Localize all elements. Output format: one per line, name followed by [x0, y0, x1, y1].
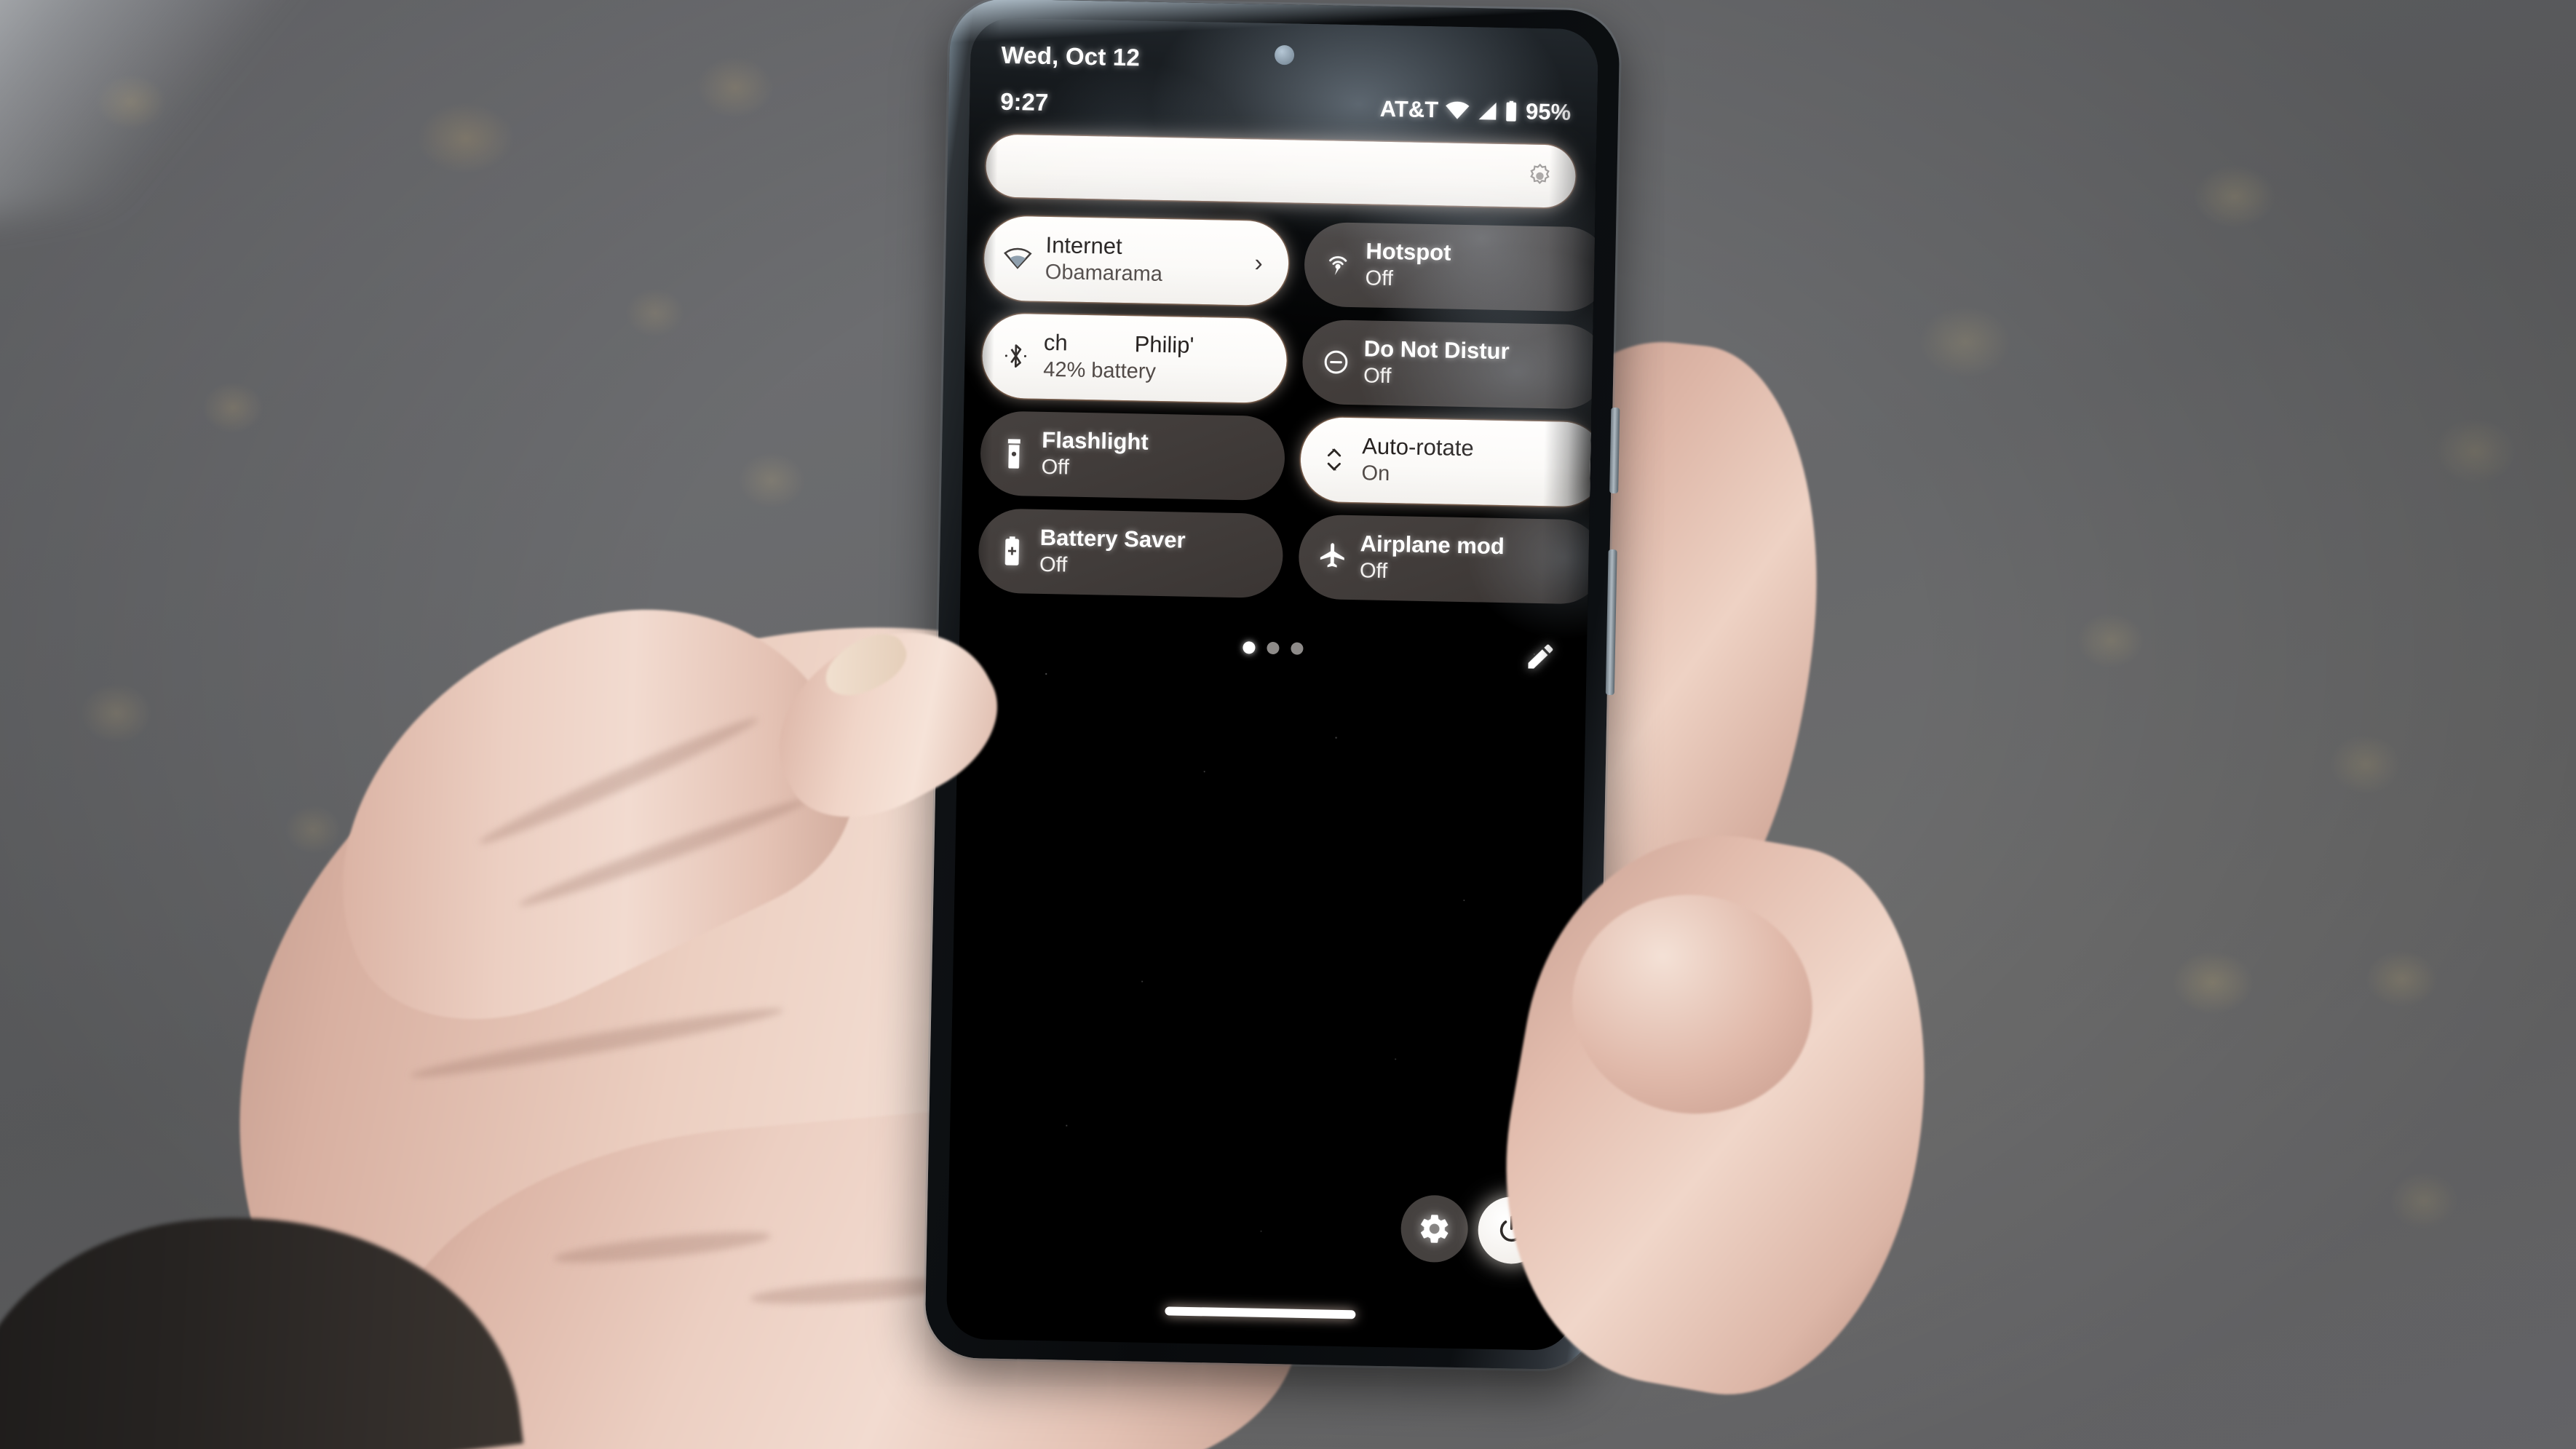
settings-button[interactable] — [1400, 1194, 1469, 1263]
tile-bluetooth-title-part1: ch — [1043, 330, 1069, 356]
hotspot-icon — [1322, 248, 1355, 281]
tile-bluetooth-text: ch Philip' 42% battery — [1043, 330, 1268, 386]
home-gesture-bar[interactable] — [1165, 1306, 1356, 1319]
tile-do-not-disturb-title: Do Not Distur — [1363, 336, 1510, 365]
tile-battery-saver-subtitle: Off — [1039, 552, 1068, 577]
phone-screen[interactable]: Wed, Oct 12 9:27 AT&T 95% Internet Obama… — [946, 17, 1599, 1351]
cellular-signal-icon — [1478, 102, 1497, 120]
tile-do-not-disturb-subtitle: Off — [1363, 364, 1392, 389]
pencil-edit-icon[interactable] — [1523, 641, 1555, 672]
tile-hotspot-title: Hotspot — [1366, 238, 1451, 266]
tile-bluetooth-subtitle: 42% battery — [1042, 357, 1157, 384]
tile-airplane-mode-title: Airplane mod — [1360, 531, 1505, 560]
tile-battery-saver-title: Battery Saver — [1039, 525, 1186, 553]
status-date: Wed, Oct 12 — [1001, 41, 1141, 71]
bluetooth-icon — [999, 340, 1032, 373]
tile-airplane-mode-text: Airplane mod Off — [1359, 531, 1585, 588]
front-camera-icon — [1274, 44, 1295, 65]
page-indicator[interactable] — [1243, 641, 1304, 655]
tile-auto-rotate-title: Auto-rotate — [1361, 433, 1474, 461]
status-clock: 9:27 — [999, 87, 1049, 116]
tile-do-not-disturb[interactable]: Do Not Distur Off — [1301, 319, 1599, 410]
tile-bluetooth-title-part2: Philip' — [1134, 331, 1194, 359]
tile-battery-saver-text: Battery Saver Off — [1039, 525, 1264, 581]
status-carrier-label: AT&T — [1379, 95, 1439, 123]
tile-flashlight-title: Flashlight — [1042, 427, 1149, 455]
status-row: 9:27 AT&T 95% — [1000, 88, 1572, 127]
tile-do-not-disturb-text: Do Not Distur Off — [1363, 336, 1588, 393]
brightness-slider[interactable] — [985, 134, 1577, 208]
tile-bluetooth[interactable]: ch Philip' 42% battery — [981, 313, 1288, 404]
quick-settings-footer — [959, 626, 1587, 682]
tile-internet-title: Internet — [1045, 232, 1122, 260]
tile-auto-rotate-subtitle: On — [1361, 461, 1390, 486]
wifi-icon — [1002, 242, 1034, 275]
tile-flashlight-text: Flashlight Off — [1041, 427, 1266, 484]
tile-airplane-mode-subtitle: Off — [1359, 559, 1388, 584]
status-bar: Wed, Oct 12 9:27 AT&T 95% — [972, 17, 1599, 125]
tile-hotspot-text: Hotspot Off — [1365, 239, 1590, 295]
tile-battery-saver[interactable]: Battery Saver Off — [978, 508, 1284, 599]
page-dot-2[interactable] — [1267, 641, 1280, 655]
battery-icon — [1506, 100, 1517, 122]
do-not-disturb-icon — [1320, 346, 1352, 378]
tile-hotspot[interactable]: Hotspot Off — [1303, 221, 1599, 312]
gear-icon — [1421, 1215, 1448, 1243]
status-battery-percent: 95% — [1525, 98, 1572, 125]
wifi-icon — [1446, 101, 1470, 119]
tile-flashlight[interactable]: Flashlight Off — [979, 410, 1286, 501]
tile-auto-rotate-text: Auto-rotate On — [1361, 434, 1586, 491]
tile-auto-rotate[interactable]: Auto-rotate On — [1299, 416, 1599, 507]
phone-power-button[interactable] — [1609, 407, 1620, 494]
quick-settings-grid: Internet Obamarama › Hotspot Off ch Phil… — [978, 215, 1599, 605]
tile-flashlight-subtitle: Off — [1041, 455, 1070, 480]
tile-hotspot-subtitle: Off — [1365, 266, 1394, 291]
tile-internet-subtitle: Obamarama — [1045, 260, 1163, 287]
tile-internet-text: Internet Obamarama — [1045, 232, 1248, 289]
brightness-icon — [1530, 163, 1550, 185]
page-dot-3[interactable] — [1291, 642, 1304, 655]
tile-airplane-mode[interactable]: Airplane mod Off — [1298, 514, 1599, 605]
tile-internet[interactable]: Internet Obamarama › — [983, 215, 1290, 306]
tile-bluetooth-title: ch Philip' — [1044, 330, 1269, 360]
battery-saver-icon — [996, 535, 1029, 568]
airplane-mode-icon — [1316, 541, 1349, 573]
page-dot-1[interactable] — [1243, 641, 1256, 654]
auto-rotate-icon — [1318, 443, 1351, 476]
flashlight-icon — [998, 437, 1031, 470]
status-icons: AT&T 95% — [1379, 96, 1571, 126]
chevron-right-icon[interactable]: › — [1248, 249, 1270, 278]
